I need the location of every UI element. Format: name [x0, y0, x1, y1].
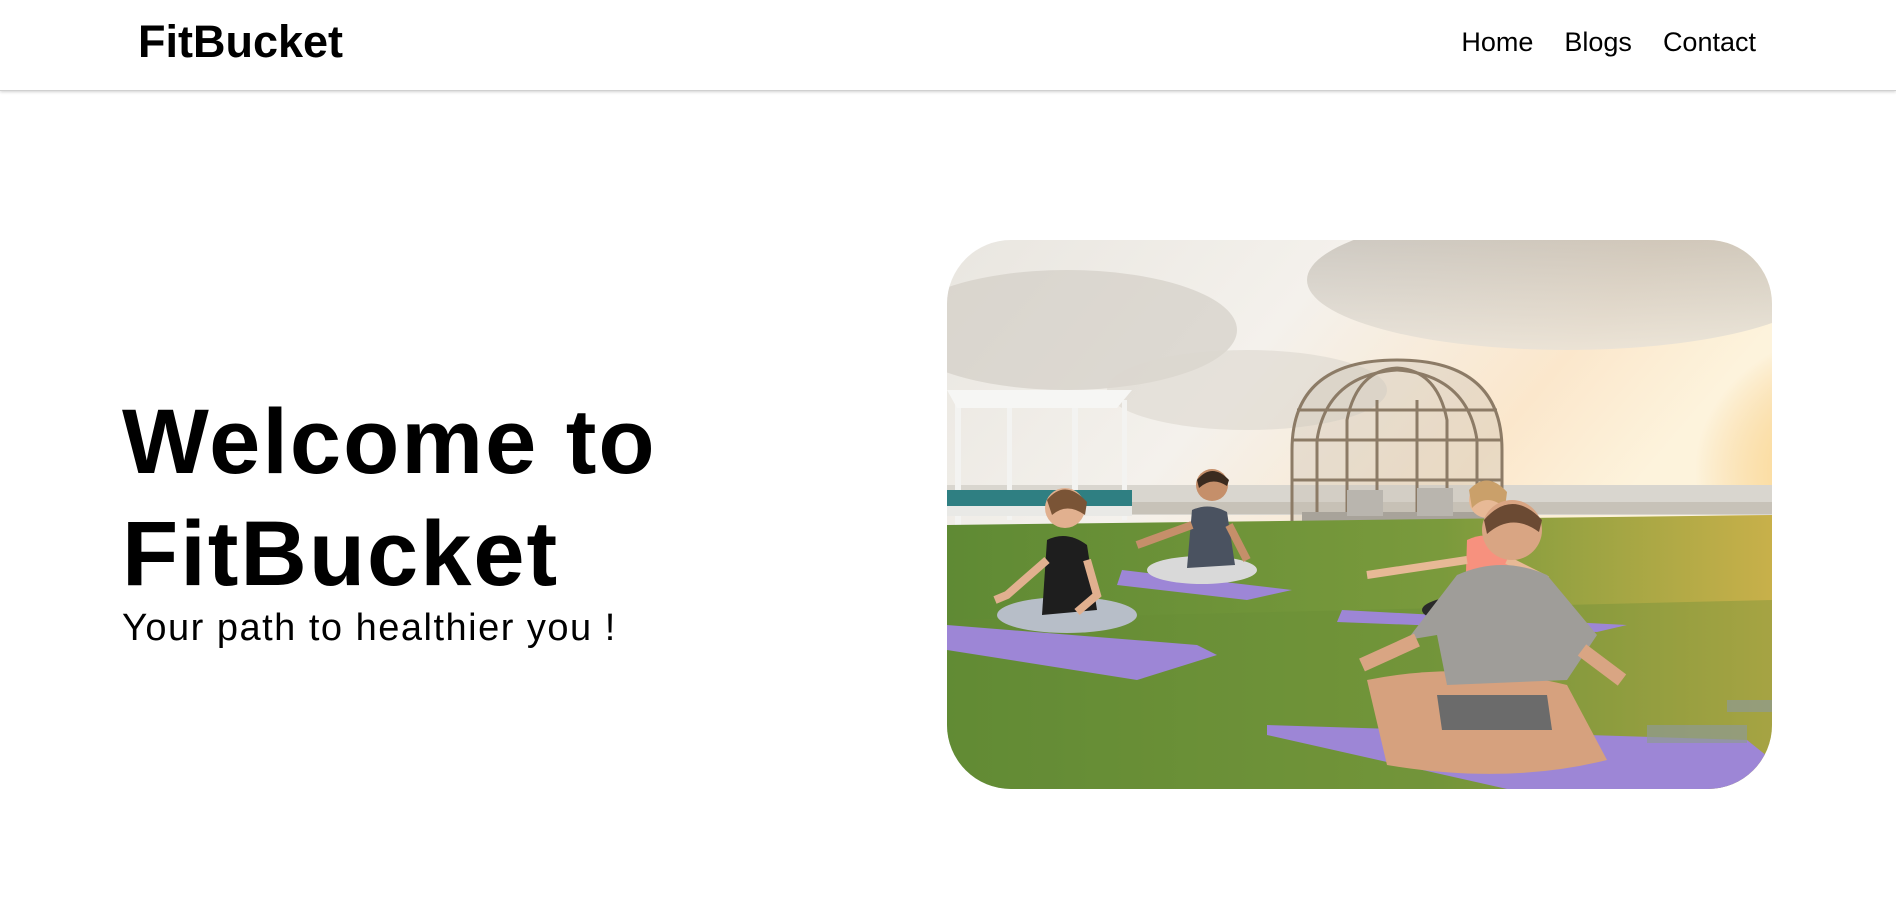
- nav-link-blogs[interactable]: Blogs: [1564, 26, 1632, 58]
- hero-title-line1: Welcome to: [122, 391, 657, 493]
- hero-title: Welcome to FitBucket: [122, 386, 822, 610]
- nav-link-contact[interactable]: Contact: [1663, 26, 1756, 58]
- hero-text: Welcome to FitBucket Your path to health…: [122, 386, 822, 652]
- navbar: FitBucket Home Blogs Contact: [0, 0, 1896, 91]
- nav-links: Home Blogs Contact: [1461, 26, 1756, 58]
- hero-title-line2: FitBucket: [122, 503, 560, 605]
- hero-image: [947, 240, 1772, 789]
- nav-link-home[interactable]: Home: [1461, 26, 1533, 58]
- hero-subtitle: Your path to healthier you !: [122, 607, 617, 649]
- brand-logo[interactable]: FitBucket: [138, 16, 343, 68]
- yoga-group-photo: [947, 240, 1772, 789]
